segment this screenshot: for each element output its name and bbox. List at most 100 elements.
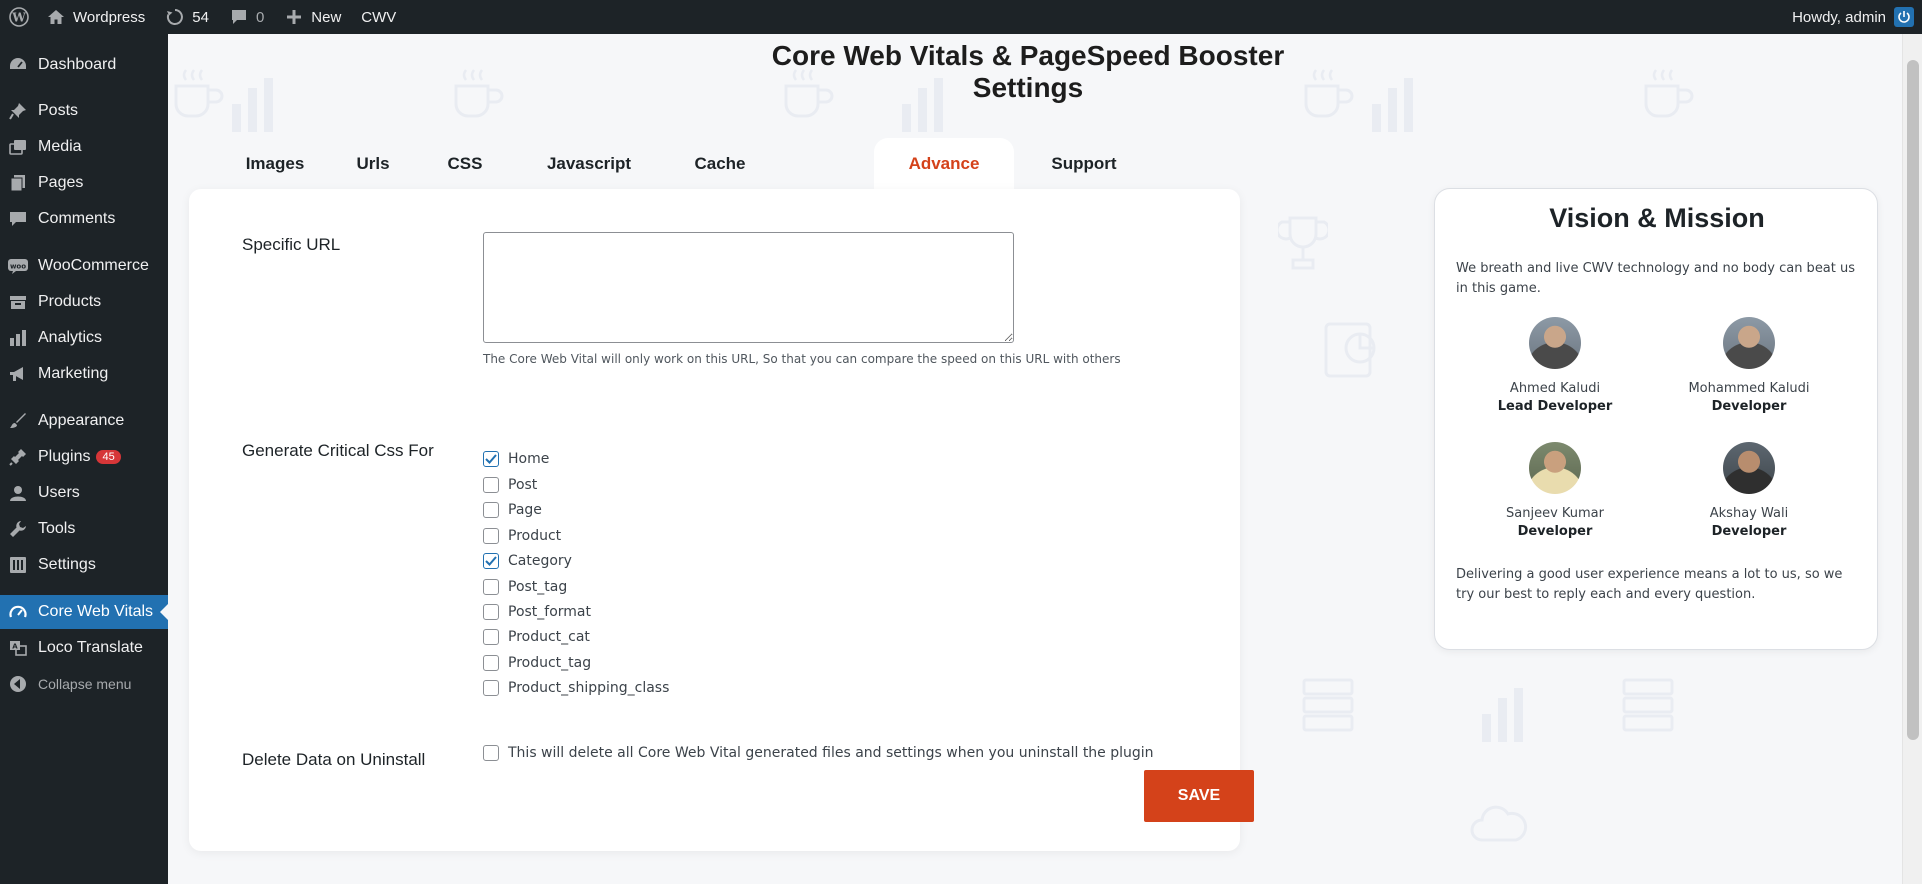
checkbox-box[interactable] (483, 655, 499, 671)
sidebar-item-label: Collapse menu (38, 676, 132, 692)
sidebar-item-label: Marketing (38, 365, 109, 382)
team-member: Akshay Wali Developer (1659, 442, 1839, 539)
vision-outro-text: Delivering a good user experience means … (1456, 567, 1843, 602)
sidebar-item-plugins[interactable]: Plugins 45 (0, 440, 168, 474)
checkbox-label: Category (508, 553, 572, 569)
site-name: Wordpress (73, 8, 146, 26)
sidebar-item-marketing[interactable]: Marketing (0, 357, 168, 391)
sidebar-item-label: Media (38, 138, 82, 155)
main-content: Core Web Vitals & PageSpeed Booster Sett… (168, 34, 1902, 884)
comments-count: 0 (255, 8, 265, 26)
sidebar-item-posts[interactable]: Posts (0, 94, 168, 128)
save-button[interactable]: SAVE (1144, 770, 1254, 822)
tab-support[interactable]: Support (1014, 138, 1154, 190)
updates-link[interactable]: 54 (155, 0, 219, 34)
sidebar-item-label: Plugins (38, 448, 91, 465)
vision-intro-text: We breath and live CWV technology and no… (1456, 261, 1856, 296)
checkbox-page[interactable]: Page (483, 500, 542, 520)
tab-cache[interactable]: Cache (664, 138, 776, 190)
checkbox-box[interactable] (483, 745, 499, 761)
checkbox-label: Page (508, 502, 542, 518)
woocommerce-icon: woo (8, 256, 28, 276)
cwv-icon (8, 602, 28, 622)
team-member: Sanjeev Kumar Developer (1465, 442, 1645, 539)
sidebar-item-label: Dashboard (38, 56, 117, 73)
comment-bubble-icon (229, 7, 249, 27)
checkbox-box[interactable] (483, 477, 499, 493)
member-name: Mohammed Kaludi (1688, 381, 1810, 396)
sidebar-item-tools[interactable]: Tools (0, 512, 168, 546)
collapse-menu-button[interactable]: Collapse menu (0, 667, 168, 701)
checkbox-delete-data[interactable]: This will delete all Core Web Vital gene… (483, 743, 1154, 763)
admin-sidebar: Dashboard Posts Media Pages Comments woo… (0, 34, 168, 884)
tab-css[interactable]: CSS (416, 138, 514, 190)
site-name-link[interactable]: Wordpress (36, 0, 155, 34)
sidebar-item-appearance[interactable]: Appearance (0, 404, 168, 438)
checkbox-label: Post_format (508, 604, 592, 620)
sidebar-item-label: Loco Translate (38, 639, 143, 656)
comments-link[interactable]: 0 (219, 0, 274, 34)
analytics-icon (8, 328, 28, 348)
comments-icon (8, 209, 28, 229)
member-name: Akshay Wali (1709, 506, 1789, 521)
checkbox-product[interactable]: Product (483, 526, 561, 546)
checkbox-post-format[interactable]: Post_format (483, 602, 591, 622)
checkbox-checked-icon[interactable] (483, 451, 499, 467)
checkbox-product-shipping-class[interactable]: Product_shipping_class (483, 678, 669, 698)
sidebar-item-core-web-vitals[interactable]: Core Web Vitals (0, 595, 168, 629)
megaphone-icon (8, 364, 28, 384)
sidebar-item-label: Posts (38, 102, 79, 119)
server-icon (1622, 678, 1674, 732)
checkbox-box[interactable] (483, 579, 499, 595)
sidebar-item-label: Pages (38, 174, 84, 191)
sidebar-item-dashboard[interactable]: Dashboard (0, 48, 168, 82)
sidebar-item-media[interactable]: Media (0, 130, 168, 164)
page-scrollbar[interactable] (1902, 34, 1922, 884)
sidebar-item-users[interactable]: Users (0, 476, 168, 510)
my-account-link[interactable]: Howdy, admin (1782, 0, 1922, 34)
checkbox-box[interactable] (483, 528, 499, 544)
member-name: Ahmed Kaludi (1509, 381, 1601, 396)
tab-images[interactable]: Images (220, 138, 330, 190)
specific-url-textarea[interactable] (483, 232, 1014, 343)
checkbox-label: Home (508, 451, 550, 467)
bar-chart-icon (232, 78, 273, 132)
bar-chart-icon (1372, 78, 1413, 132)
vision-mission-card: Vision & Mission We breath and live CWV … (1434, 188, 1878, 650)
admin-bar: W Wordpress 54 0 New CWV Howdy, admin (0, 0, 1922, 34)
sidebar-item-products[interactable]: Products (0, 285, 168, 319)
checkbox-product-cat[interactable]: Product_cat (483, 627, 590, 647)
sidebar-item-settings[interactable]: Settings (0, 548, 168, 582)
checkbox-post[interactable]: Post (483, 475, 537, 495)
checkbox-box[interactable] (483, 604, 499, 620)
scrollbar-thumb[interactable] (1907, 60, 1919, 740)
new-content-link[interactable]: New (274, 0, 351, 34)
sidebar-item-woocommerce[interactable]: woo WooCommerce (0, 249, 168, 283)
wordpress-logo-icon[interactable]: W (2, 0, 36, 34)
sidebar-item-pages[interactable]: Pages (0, 166, 168, 200)
dashboard-icon (8, 55, 28, 75)
tab-javascript[interactable]: Javascript (514, 138, 664, 190)
sidebar-item-loco-translate[interactable]: A Loco Translate (0, 631, 168, 665)
avatar (1529, 442, 1581, 494)
checkbox-product-tag[interactable]: Product_tag (483, 653, 591, 673)
sidebar-item-analytics[interactable]: Analytics (0, 321, 168, 355)
checkbox-box[interactable] (483, 629, 499, 645)
new-label: New (311, 8, 342, 26)
checkbox-box[interactable] (483, 502, 499, 518)
checkbox-category[interactable]: Category (483, 551, 572, 571)
checkbox-home[interactable]: Home (483, 449, 549, 469)
svg-text:A: A (12, 643, 18, 651)
tab-advance[interactable]: Advance (874, 138, 1014, 190)
checkbox-box[interactable] (483, 680, 499, 696)
sidebar-item-comments[interactable]: Comments (0, 202, 168, 236)
checkbox-post-tag[interactable]: Post_tag (483, 577, 567, 597)
cwv-link[interactable]: CWV (351, 0, 406, 34)
settings-icon (8, 555, 28, 575)
server-icon (1302, 678, 1354, 732)
plugin-icon (8, 447, 28, 467)
checkbox-checked-icon[interactable] (483, 553, 499, 569)
delete-data-description: This will delete all Core Web Vital gene… (508, 745, 1154, 761)
team-member: Ahmed Kaludi Lead Developer (1465, 317, 1645, 414)
tab-urls[interactable]: Urls (330, 138, 416, 190)
